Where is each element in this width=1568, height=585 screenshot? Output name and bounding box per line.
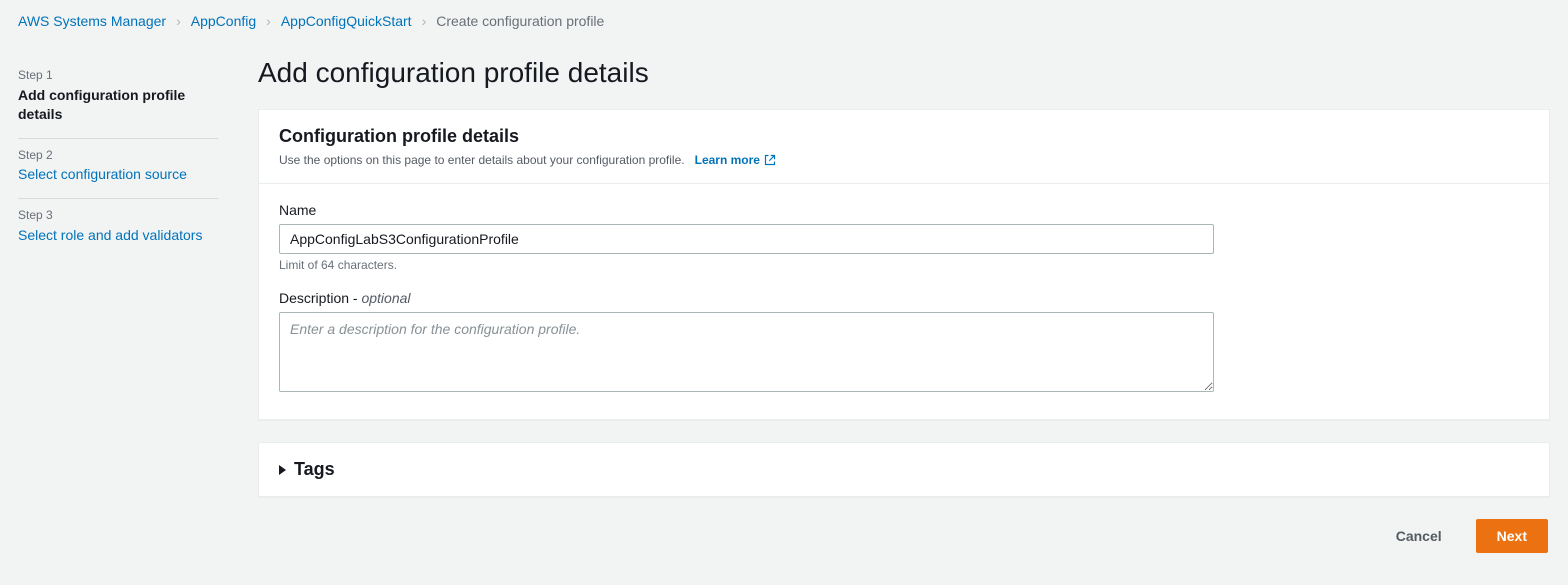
- breadcrumb-appconfig[interactable]: AppConfig: [191, 13, 256, 29]
- page-title: Add configuration profile details: [258, 37, 1550, 109]
- next-button[interactable]: Next: [1476, 519, 1548, 553]
- wizard-step-3[interactable]: Step 3 Select role and add validators: [18, 199, 218, 259]
- breadcrumb-current: Create configuration profile: [436, 13, 604, 29]
- breadcrumb-aws-systems-manager[interactable]: AWS Systems Manager: [18, 13, 166, 29]
- panel-body: Name Limit of 64 characters. Description…: [259, 184, 1549, 419]
- panel-header: Configuration profile details Use the op…: [259, 110, 1549, 184]
- step-title: Select configuration source: [18, 165, 218, 184]
- learn-more-link[interactable]: Learn more: [695, 153, 776, 167]
- cancel-button[interactable]: Cancel: [1376, 519, 1462, 553]
- step-index: Step 1: [18, 67, 218, 84]
- step-title: Add configuration profile details: [18, 86, 218, 124]
- chevron-right-icon: ›: [176, 13, 181, 29]
- description-label: Description - optional: [279, 290, 1529, 306]
- tags-toggle[interactable]: Tags: [259, 443, 1549, 496]
- panel-desc-text: Use the options on this page to enter de…: [279, 153, 685, 167]
- caret-right-icon: [279, 465, 286, 475]
- main-content: Add configuration profile details Config…: [258, 37, 1550, 563]
- breadcrumb: AWS Systems Manager › AppConfig › AppCon…: [0, 0, 1568, 37]
- step-index: Step 3: [18, 207, 218, 224]
- tags-title: Tags: [294, 459, 335, 480]
- description-label-text: Description -: [279, 290, 361, 306]
- wizard-step-1: Step 1 Add configuration profile details: [18, 59, 218, 139]
- wizard-step-2[interactable]: Step 2 Select configuration source: [18, 139, 218, 200]
- wizard-footer: Cancel Next: [258, 519, 1550, 563]
- configuration-profile-details-panel: Configuration profile details Use the op…: [258, 109, 1550, 420]
- breadcrumb-appconfigquickstart[interactable]: AppConfigQuickStart: [281, 13, 412, 29]
- step-title: Select role and add validators: [18, 226, 218, 245]
- chevron-right-icon: ›: [266, 13, 271, 29]
- external-link-icon: [764, 154, 776, 166]
- name-label: Name: [279, 202, 1529, 218]
- chevron-right-icon: ›: [422, 13, 427, 29]
- description-optional: optional: [361, 290, 410, 306]
- description-field: Description - optional: [279, 290, 1529, 395]
- learn-more-label: Learn more: [695, 153, 760, 167]
- name-field: Name Limit of 64 characters.: [279, 202, 1529, 272]
- name-input[interactable]: [279, 224, 1214, 254]
- description-textarea[interactable]: [279, 312, 1214, 392]
- panel-description: Use the options on this page to enter de…: [279, 153, 1529, 167]
- tags-panel: Tags: [258, 442, 1550, 497]
- panel-title: Configuration profile details: [279, 126, 1529, 147]
- wizard-steps: Step 1 Add configuration profile details…: [18, 37, 218, 563]
- step-index: Step 2: [18, 147, 218, 164]
- name-hint: Limit of 64 characters.: [279, 258, 1529, 272]
